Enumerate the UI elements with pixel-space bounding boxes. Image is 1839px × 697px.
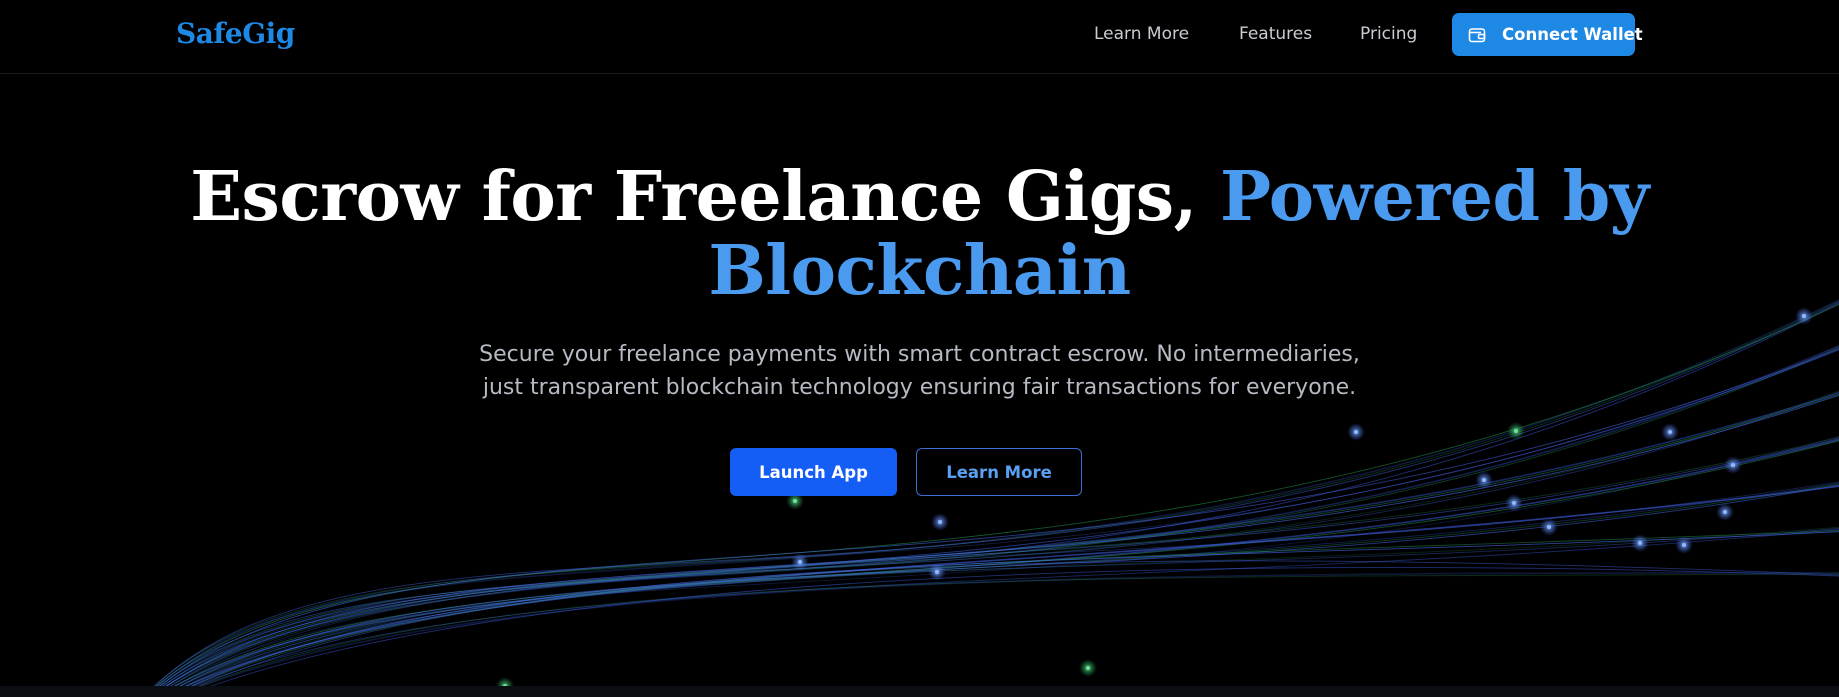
wave-particle [1514,429,1518,433]
nav-link-features[interactable]: Features [1239,22,1312,46]
wave-particle [1086,666,1090,670]
hero-cta-row: Launch App Learn More [0,448,1839,496]
hero-subtitle: Secure your freelance payments with smar… [479,342,1360,400]
connect-wallet-label: Connect Wallet [1502,24,1643,44]
wave-particle [798,560,802,564]
wave-line [149,392,1839,697]
wave-particle [1682,543,1686,547]
top-navbar: SafeGig Learn More Features Pricing Conn… [0,0,1839,74]
wallet-icon [1468,26,1486,44]
wave-particle [935,570,939,574]
nav-link-pricing[interactable]: Pricing [1360,22,1417,46]
wave-line [180,566,1839,697]
wave-particle [938,520,942,524]
brand-logo[interactable]: SafeGig [176,14,295,54]
wave-particle [1668,430,1672,434]
wave-line [173,573,1839,697]
wave-particle [1638,541,1642,545]
hero-section: Escrow for Freelance Gigs, Powered by Bl… [0,160,1839,404]
page-bottom-edge [0,686,1839,697]
wave-line [163,526,1839,697]
learn-more-button[interactable]: Learn More [916,448,1082,496]
wave-particle [1547,525,1551,529]
hero-title-main: Escrow for Freelance Gigs, [190,157,1220,237]
wave-particle [1512,501,1516,505]
connect-wallet-button[interactable]: Connect Wallet [1452,13,1643,56]
nav-link-learn-more[interactable]: Learn More [1094,22,1189,46]
wave-particle [1354,430,1358,434]
launch-app-button[interactable]: Launch App [730,448,897,496]
wave-particle [793,499,797,503]
wave-particle [1723,510,1727,514]
hero-title: Escrow for Freelance Gigs, Powered by Bl… [0,160,1839,308]
